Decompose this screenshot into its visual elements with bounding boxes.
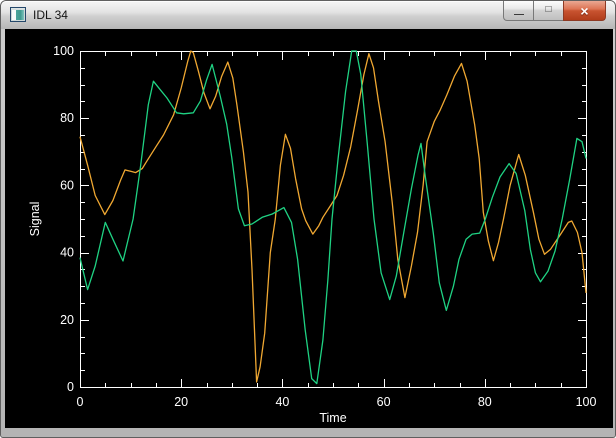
plot-svg: 0 20 40 60 80 100 0 20 40 60 80 100 Time Signal (28, 44, 596, 425)
plot-area: 0 20 40 60 80 100 0 20 40 60 80 100 Time Signal (5, 29, 613, 428)
close-icon: × (580, 2, 589, 19)
app-icon (10, 7, 26, 22)
x-tick-label: 20 (174, 395, 188, 409)
y-tick-label: 80 (60, 111, 74, 125)
x-tick-label: 0 (77, 395, 84, 409)
y-tick-label: 60 (60, 178, 74, 192)
plot-frame (80, 51, 587, 388)
y-tick-label: 40 (60, 246, 74, 260)
close-button[interactable]: × (563, 1, 606, 21)
idl-window: IDL 34 — □ × 0 20 40 60 80 100 0 20 40 60 80 100 Tim… (0, 0, 616, 438)
axis-ticks (80, 51, 587, 388)
title-bar[interactable]: IDL 34 — □ × (1, 1, 615, 29)
maximize-icon: □ (545, 3, 552, 15)
x-tick-label: 80 (478, 395, 492, 409)
minimize-button[interactable]: — (503, 1, 534, 21)
maximize-button[interactable]: □ (533, 1, 564, 21)
x-axis-title: Time (319, 411, 346, 425)
x-tick-label: 40 (275, 395, 289, 409)
y-tick-label: 0 (67, 380, 74, 394)
series-orange-signal (79, 50, 587, 383)
y-tick-label: 100 (53, 44, 74, 58)
x-tick-label: 100 (576, 395, 597, 409)
y-tick-label: 20 (60, 313, 74, 327)
axis-labels: 0 20 40 60 80 100 0 20 40 60 80 100 Time Signal (28, 44, 596, 425)
caption-buttons: — □ × (503, 1, 606, 21)
x-tick-label: 60 (377, 395, 391, 409)
minimize-icon: — (514, 8, 524, 20)
y-axis-title: Signal (28, 202, 42, 237)
series-green-signal (79, 50, 587, 385)
window-title: IDL 34 (33, 8, 68, 22)
app-icon-pane (12, 10, 24, 20)
